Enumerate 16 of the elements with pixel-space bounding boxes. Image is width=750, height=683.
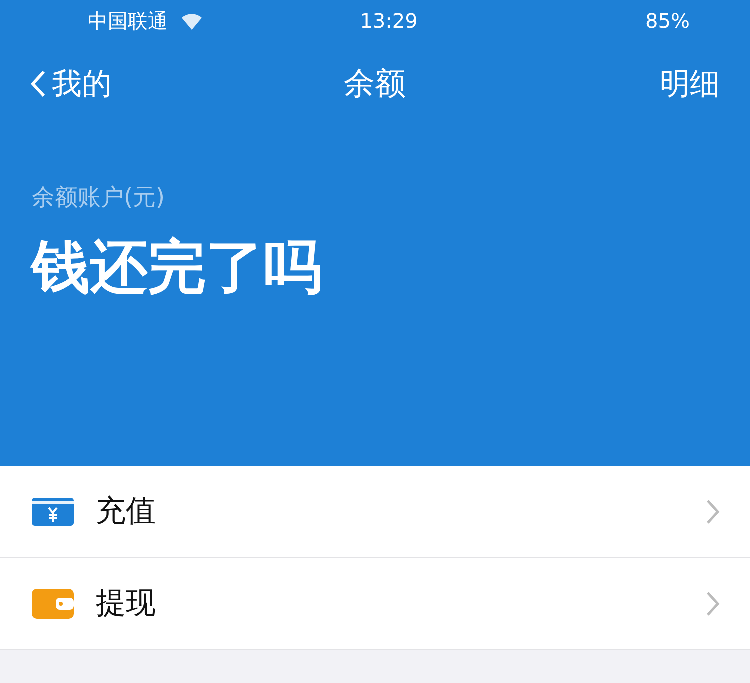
wallet-icon (32, 588, 74, 618)
status-time: 13:29 (360, 9, 418, 33)
chevron-icon (706, 590, 720, 616)
back-button[interactable]: 我的 (30, 64, 112, 104)
card-icon (32, 498, 74, 526)
balance-amount: 钱还完了吗 (32, 232, 323, 303)
battery-level: 85% (646, 9, 690, 33)
balance-label: 余额账户(元) (32, 184, 166, 213)
back-icon (30, 70, 46, 98)
wifi-icon (180, 12, 204, 30)
menu-item[interactable]: 充值 (0, 466, 750, 558)
chevron-icon (706, 498, 720, 524)
carrier-name: 中国联通 (88, 8, 168, 34)
menu-item[interactable]: 提现 (0, 558, 750, 650)
details-button[interactable]: 明细 (660, 64, 720, 104)
page-title: 余额 (344, 65, 406, 104)
